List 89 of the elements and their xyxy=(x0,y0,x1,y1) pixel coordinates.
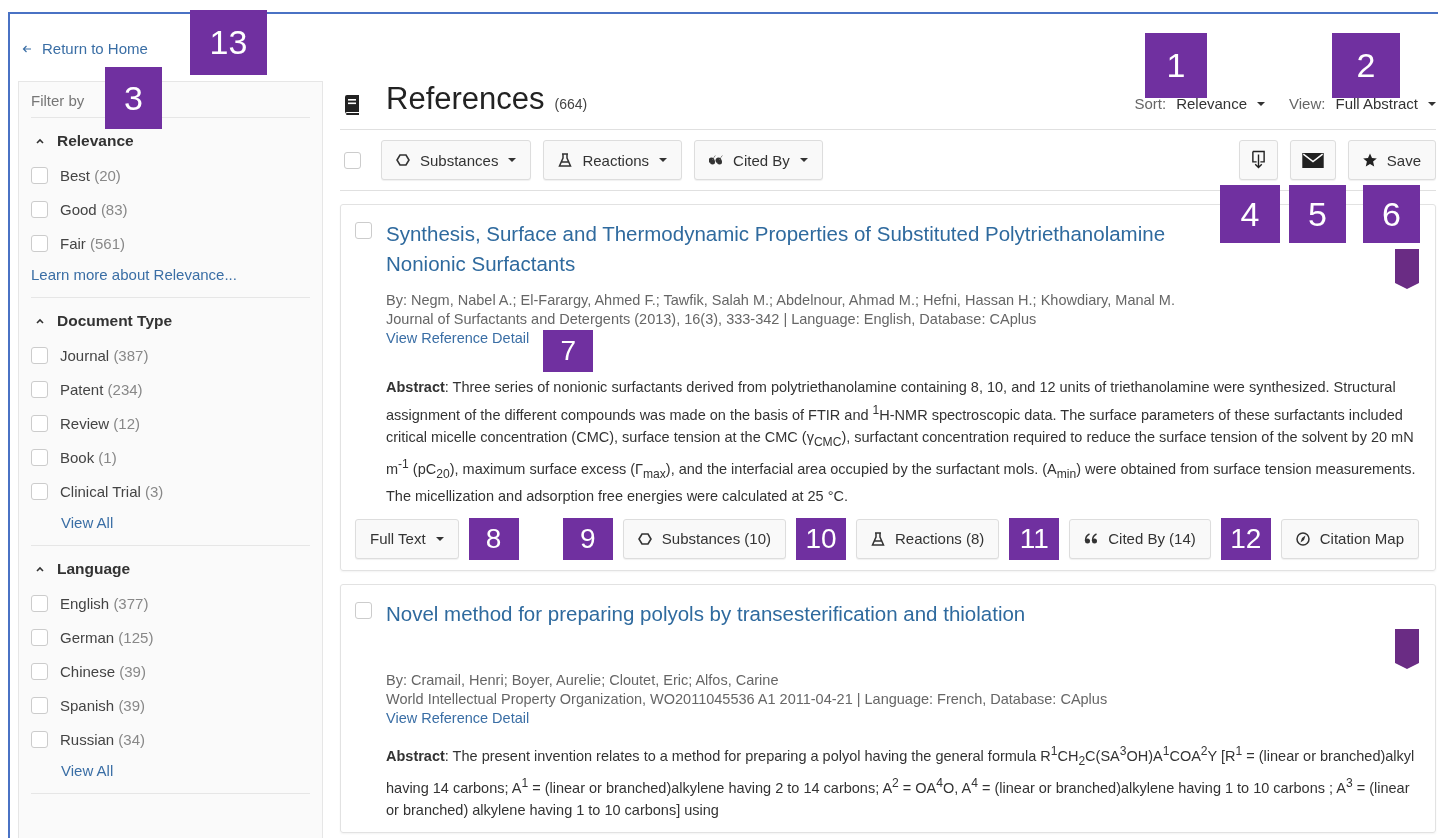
filter-option[interactable]: Journal (387) xyxy=(31,338,310,372)
result-count: (664) xyxy=(554,96,588,112)
filter-link[interactable]: Learn more about Relevance... xyxy=(31,266,310,283)
reference-detail-link[interactable]: View Reference Detail xyxy=(386,330,530,346)
flask-icon xyxy=(871,531,886,546)
callout-number: 4 xyxy=(1220,185,1280,243)
author-list: By: Cramail, Henri; Boyer, Aurelie; Cloutet, Eric; Alfos, Carine xyxy=(386,671,1419,688)
substances-button[interactable]: Substances (10) xyxy=(622,518,787,559)
view-label: View: xyxy=(1289,95,1326,112)
sort-dropdown[interactable]: Relevance xyxy=(1176,95,1266,112)
map-button[interactable]: Citation Map xyxy=(1280,518,1419,559)
checkbox[interactable] xyxy=(31,234,48,252)
callout-number: 12 xyxy=(1220,517,1271,560)
filter-option[interactable]: Best (20) xyxy=(31,158,310,192)
callout-number: 1 xyxy=(1145,33,1207,98)
callout-number: 8 xyxy=(468,517,519,560)
filter-option[interactable]: Good (83) xyxy=(31,192,310,226)
star-icon xyxy=(1362,153,1377,167)
checkbox[interactable] xyxy=(31,696,48,714)
source-info: Journal of Surfactants and Detergents (2013), 16(3), 333-342 | Language: English, Database: CAplus xyxy=(386,311,1038,327)
bookmark-icon xyxy=(1395,249,1419,289)
callout-number: 2 xyxy=(1332,33,1400,98)
filter-option[interactable]: German (125) xyxy=(31,620,310,654)
result-checkbox[interactable] xyxy=(355,222,372,239)
checkbox[interactable] xyxy=(31,730,48,748)
callout-number: 11 xyxy=(1009,517,1060,560)
checkbox[interactable] xyxy=(31,380,48,398)
arrow-left-icon xyxy=(22,43,32,54)
download-icon xyxy=(1250,150,1266,170)
chevron-icon xyxy=(35,316,45,326)
reactions-button[interactable]: Reactions (8) xyxy=(856,518,1000,559)
cited-button[interactable]: Cited By (14) xyxy=(1069,518,1211,559)
checkbox[interactable] xyxy=(31,628,48,646)
author-list: By: Negm, Nabel A.; El-Farargy, Ahmed F.; Tawfik, Salah M.; Abdelnour, Ahmad M.; Hefni, Hassan H.; Khowdiary, Manal M. xyxy=(386,292,1419,308)
filter-link[interactable]: View All xyxy=(31,514,310,531)
abstract-text: Abstract: Three series of nonionic surfactants derived from polytriethanolamine containing 8, 10, and 12 units of triethanolamine were synthesized. Structural assignment of the different compounds was made on the basis of FTIR and $^{1}$H-NMR spectroscopic data. The surface parameters of these surfactants included critical micelle concentration (CMC), surface tension at the CMC (γ$_{CMC}$), surfactant concentration required to reduce the surface tension of the solvent by 20 mN m$^{-1}$ (pC$_{20}$), maximum surface excess (Γ$_{max}$), and the interfacial area occupied by the surfactant mols. (A$_{min}$) were obtained from surface tension measurements. The micellization and adsorption free energies were calculated at 25 °C. xyxy=(386,378,1417,507)
result-title-link[interactable]: Novel method for preparing polyols by transesterification and thiolation xyxy=(386,598,1381,629)
hexagon-icon xyxy=(637,531,652,546)
abstract-text: Abstract: The present invention relates to a method for preparing a polyol having the general formula R$^{1}$CH$_{2}$C(SA$^{3}$OH)A$^{1}$COA$^{2}$Y [R$^{1}$ = (linear or branched)alkyl having 14 carbons; A$^{1}$ = (linear or branched)alkylene having 2 to 14 carbons; A$^{2}$ = OA$^{4}$O, A$^{4}$ = (linear or branched)alkylene having 1 to 10 carbons ; A$^{3}$ = (linear or branched) alkylene having 1 to 10 carbons] using xyxy=(386,742,1416,821)
view-dropdown[interactable]: Full Abstract xyxy=(1335,95,1436,112)
full-text-button[interactable]: Full Text xyxy=(355,518,459,559)
checkbox[interactable] xyxy=(31,448,48,466)
filter-option[interactable]: Review (12) xyxy=(31,406,310,440)
callout-number: 6 xyxy=(1363,185,1420,243)
hexagon-icon xyxy=(396,153,410,167)
email-button[interactable] xyxy=(1289,140,1336,180)
filter-option[interactable]: Book (1) xyxy=(31,440,310,474)
reactions-menu-button[interactable]: Reactions xyxy=(543,140,683,180)
checkbox[interactable] xyxy=(31,662,48,680)
cited-menu-button[interactable]: Cited By xyxy=(694,140,823,180)
filter-section-toggle[interactable]: Language xyxy=(31,546,310,586)
save-button[interactable]: Save xyxy=(1347,140,1436,180)
return-home-link[interactable]: Return to Home xyxy=(22,40,148,57)
checkbox[interactable] xyxy=(31,594,48,612)
chevron-icon xyxy=(35,564,45,574)
callout-number: 10 xyxy=(796,517,847,560)
callout-number: 13 xyxy=(190,10,267,75)
callout-number: 3 xyxy=(105,67,162,129)
book-icon xyxy=(344,95,360,115)
filter-option[interactable]: Patent (234) xyxy=(31,372,310,406)
filter-option[interactable]: Russian (34) xyxy=(31,722,310,756)
filter-option[interactable]: Chinese (39) xyxy=(31,654,310,688)
mail-icon xyxy=(1301,152,1324,168)
compass-icon xyxy=(1295,531,1310,546)
checkbox[interactable] xyxy=(31,482,48,500)
chevron-icon xyxy=(35,136,45,146)
filter-option[interactable]: Fair (561) xyxy=(31,226,310,260)
reference-detail-link[interactable]: View Reference Detail xyxy=(386,709,530,726)
checkbox[interactable] xyxy=(31,414,48,432)
callout-number: 5 xyxy=(1289,185,1346,243)
flask-icon xyxy=(558,153,573,167)
filter-option[interactable]: Clinical Trial (3) xyxy=(31,474,310,508)
export-button[interactable] xyxy=(1238,140,1278,180)
result-checkbox[interactable] xyxy=(355,601,372,619)
filter-section-toggle[interactable]: Document Type xyxy=(31,298,310,338)
bookmark-icon xyxy=(1395,628,1419,669)
checkbox[interactable] xyxy=(31,200,48,218)
checkbox[interactable] xyxy=(31,346,48,364)
sort-label: Sort: xyxy=(1134,95,1167,112)
select-all-checkbox[interactable] xyxy=(344,151,361,169)
source-info: World Intellectual Property Organization, WO2011045536 A1 2011-04-21 | Language: French, Database: CAplus xyxy=(386,690,1109,707)
callout-number: 7 xyxy=(543,330,594,372)
filter-option[interactable]: English (377) xyxy=(31,586,310,620)
substances-menu-button[interactable]: Substances xyxy=(381,140,532,180)
filter-link[interactable]: View All xyxy=(31,762,310,779)
checkbox[interactable] xyxy=(31,166,48,184)
callout-number: 9 xyxy=(562,517,613,560)
filter-option[interactable]: Spanish (39) xyxy=(31,688,310,722)
page-title: References xyxy=(386,81,545,117)
